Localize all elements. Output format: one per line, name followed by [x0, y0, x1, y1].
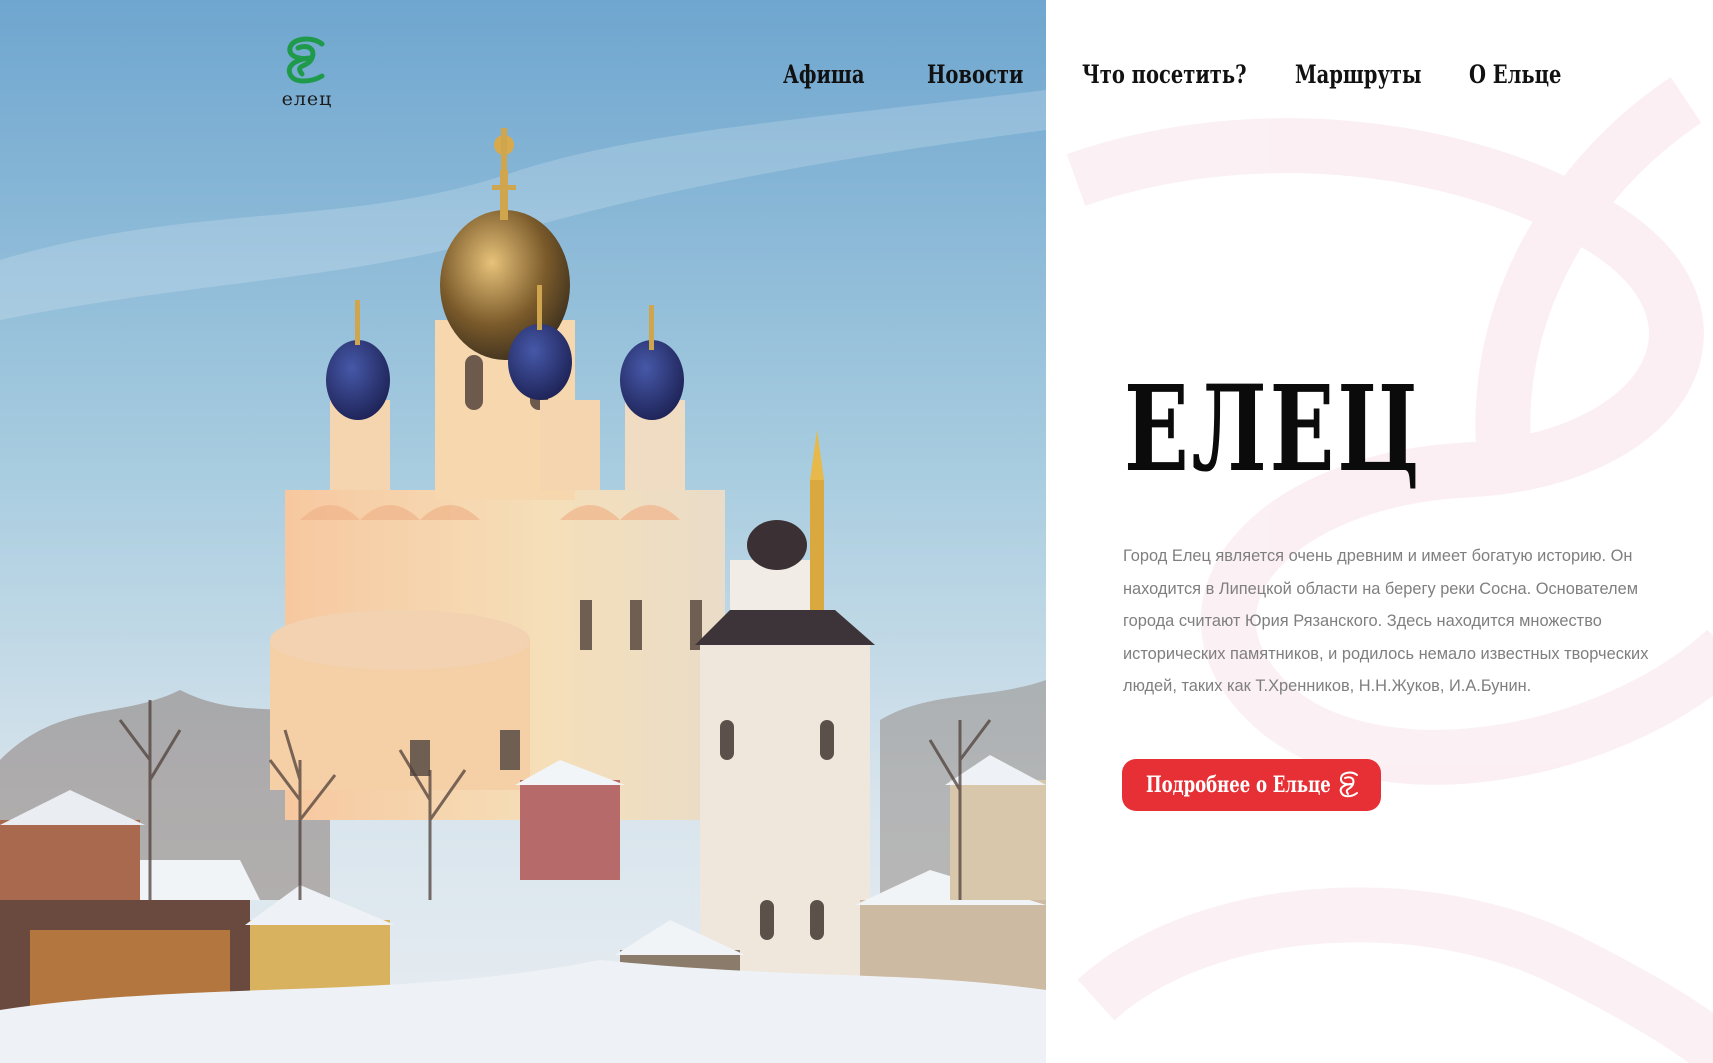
- emblem-watermark: [1066, 77, 1713, 1063]
- nav-item-news[interactable]: Новости: [927, 60, 1023, 89]
- hero-description: Город Елец является очень древним и имее…: [1123, 547, 1649, 696]
- nav-item-about[interactable]: О Ельце: [1469, 60, 1561, 89]
- nav-item-routes[interactable]: Маршруты: [1295, 60, 1422, 89]
- emblem-icon: [1339, 771, 1358, 798]
- more-about-button-label: Подробнее о Ельце: [1146, 772, 1331, 798]
- hero-photo: [0, 0, 1046, 1063]
- more-about-button[interactable]: Подробнее о Ельце: [1122, 759, 1381, 811]
- nav-item-what-to-visit[interactable]: Что посетить?: [1082, 60, 1247, 89]
- nav-item-afisha[interactable]: Афиша: [783, 60, 865, 89]
- main-nav: Афиша Новости Что посетить? Маршруты О Е…: [0, 60, 1713, 100]
- watermark-background: [1046, 0, 1713, 1063]
- cathedral-illustration: [0, 0, 1046, 1063]
- page-title: ЕЛЕЦ: [1124, 359, 1423, 498]
